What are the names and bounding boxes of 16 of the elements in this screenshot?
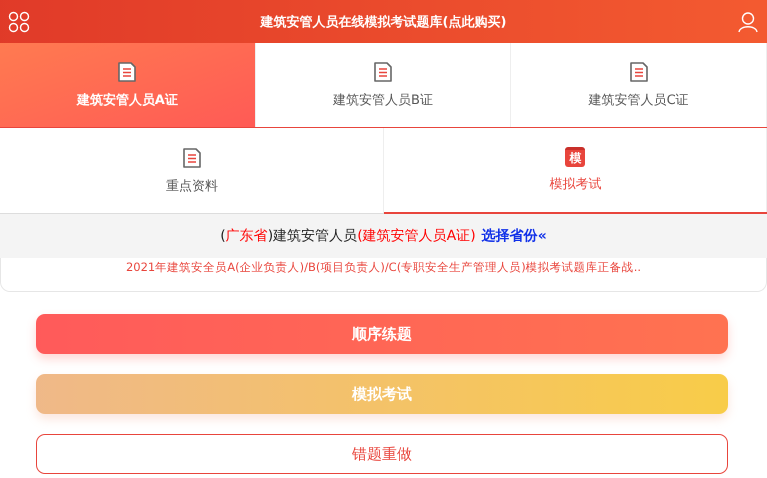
- header-title[interactable]: 建筑安管人员在线模拟考试题库(点此购买): [260, 12, 506, 30]
- document-icon: [373, 61, 393, 83]
- document-icon: [628, 61, 649, 83]
- document-icon: [182, 146, 202, 168]
- apps-icon[interactable]: [8, 10, 30, 32]
- certificate-tab[interactable]: 建筑安管人员A证: [0, 43, 256, 127]
- mode-tab[interactable]: 重点资料: [0, 128, 384, 214]
- notice-text: 2021年建筑安全员A(企业负责人)/B(项目负责人)/C(专职安全生产管理人员)模拟考试题库正备战..: [126, 260, 642, 276]
- document-icon: [117, 61, 138, 83]
- action-button[interactable]: 顺序练题: [36, 314, 728, 354]
- exam-icon: 模: [565, 147, 586, 167]
- user-icon[interactable]: [736, 10, 759, 32]
- mode-tab[interactable]: 模 模拟考试: [384, 128, 767, 214]
- select-province-link[interactable]: 选择省份«: [482, 228, 547, 244]
- province-info: (广东省)建筑安管人员(建筑安管人员A证) 选择省份«: [220, 227, 547, 245]
- action-button[interactable]: 错题重做: [36, 434, 728, 474]
